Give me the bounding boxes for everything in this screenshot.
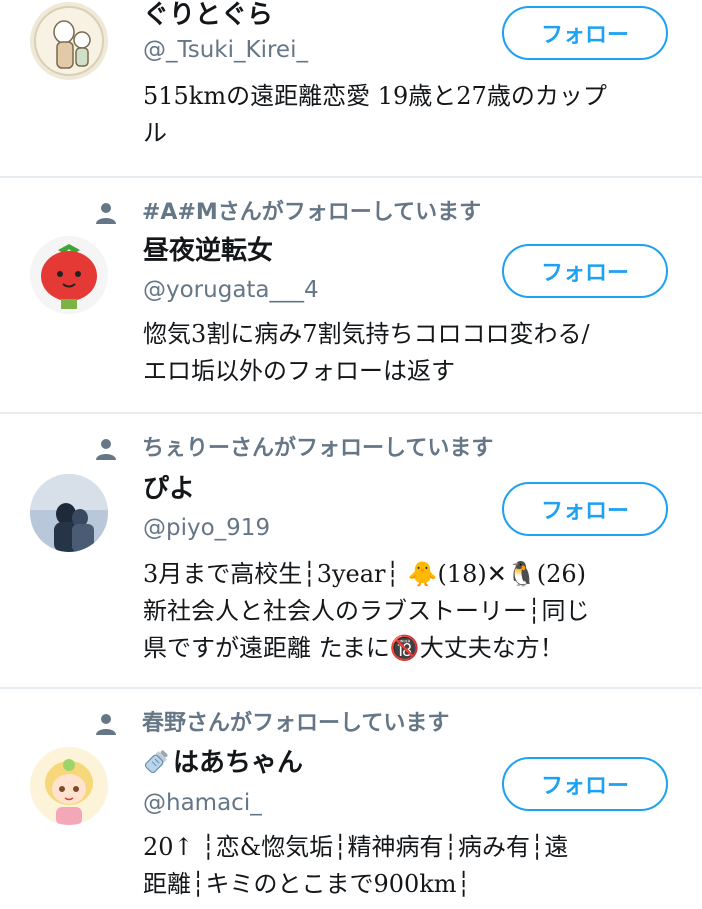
follow-button[interactable]: フォロー: [502, 244, 668, 298]
follow-button[interactable]: フォロー: [502, 757, 668, 811]
social-context-text: 春野さんがフォローしています: [142, 711, 450, 736]
bio-line: 3月まで高校生┆3year┆ 🐥(18)✕🐧(26): [143, 560, 587, 588]
social-context: 春野さんがフォローしています: [94, 711, 449, 737]
bio-line: エロ垢以外のフォローは返す: [143, 357, 455, 385]
avatar[interactable]: [30, 474, 108, 552]
person-icon: [96, 439, 116, 460]
user-card[interactable]: 春野さんがフォローしています はあちゃん @hamaci_ フォロー 20↑ ┆: [0, 689, 702, 909]
baby-bottle-icon: [144, 750, 168, 774]
person-icon: [96, 203, 116, 224]
bio: 515kmの遠距離恋愛 19歳と27歳のカップ ル: [143, 78, 673, 152]
user-card[interactable]: ちぇりーさんがフォローしています ぴよ @piyo_919 フォロー 3月まで高…: [0, 414, 702, 688]
follow-button[interactable]: フォロー: [502, 482, 668, 536]
social-context-text: ちぇりーさんがフォローしています: [142, 436, 494, 461]
social-context: ちぇりーさんがフォローしています: [94, 436, 493, 462]
display-name[interactable]: ぐりとぐら: [143, 0, 273, 30]
bio: 3月まで高校生┆3year┆ 🐥(18)✕🐧(26) 新社会人と社会人のラブスト…: [143, 556, 673, 667]
bio-line: 惚気3割に病み7割気持ちコロコロ変わる/: [143, 320, 590, 348]
social-context-text: #A#Mさんがフォローしています: [142, 200, 482, 225]
user-card[interactable]: ぐりとぐら @_Tsuki_Kirei_ フォロー 515kmの遠距離恋愛 19…: [0, 0, 702, 176]
avatar[interactable]: [30, 236, 108, 314]
bio-line: ル: [143, 119, 167, 147]
avatar[interactable]: [30, 2, 108, 80]
bio-line: 20↑ ┆恋&惚気垢┆精神病有┆病み有┆遠: [143, 833, 569, 861]
display-name[interactable]: 昼夜逆転女: [143, 236, 273, 266]
bio-line: 県ですが遠距離 たまに🔞大丈夫な方！: [143, 634, 564, 662]
follow-button[interactable]: フォロー: [502, 6, 668, 60]
bio-line: 距離┆キミのとこまで900km┆: [143, 870, 472, 898]
avatar[interactable]: [30, 747, 108, 825]
social-context: #A#Mさんがフォローしています: [94, 200, 481, 226]
username[interactable]: @hamaci_: [143, 789, 262, 817]
bio-line: 515kmの遠距離恋愛 19歳と27歳のカップ: [143, 82, 607, 110]
display-name-text: はあちゃん: [173, 748, 304, 778]
bio: 惚気3割に病み7割気持ちコロコロ変わる/ エロ垢以外のフォローは返す: [143, 316, 673, 390]
display-name[interactable]: はあちゃん: [143, 747, 303, 778]
bio: 20↑ ┆恋&惚気垢┆精神病有┆病み有┆遠 距離┆キミのとこまで900km┆: [143, 829, 673, 903]
username[interactable]: @piyo_919: [143, 514, 270, 542]
user-card[interactable]: #A#Mさんがフォローしています 昼夜逆転女 @yorugata___4 フォロ…: [0, 178, 702, 414]
username[interactable]: @_Tsuki_Kirei_: [143, 36, 308, 64]
username[interactable]: @yorugata___4: [143, 276, 319, 304]
bio-line: 新社会人と社会人のラブストーリー┆同じ: [143, 597, 590, 625]
display-name[interactable]: ぴよ: [143, 474, 195, 504]
person-icon: [96, 714, 116, 735]
